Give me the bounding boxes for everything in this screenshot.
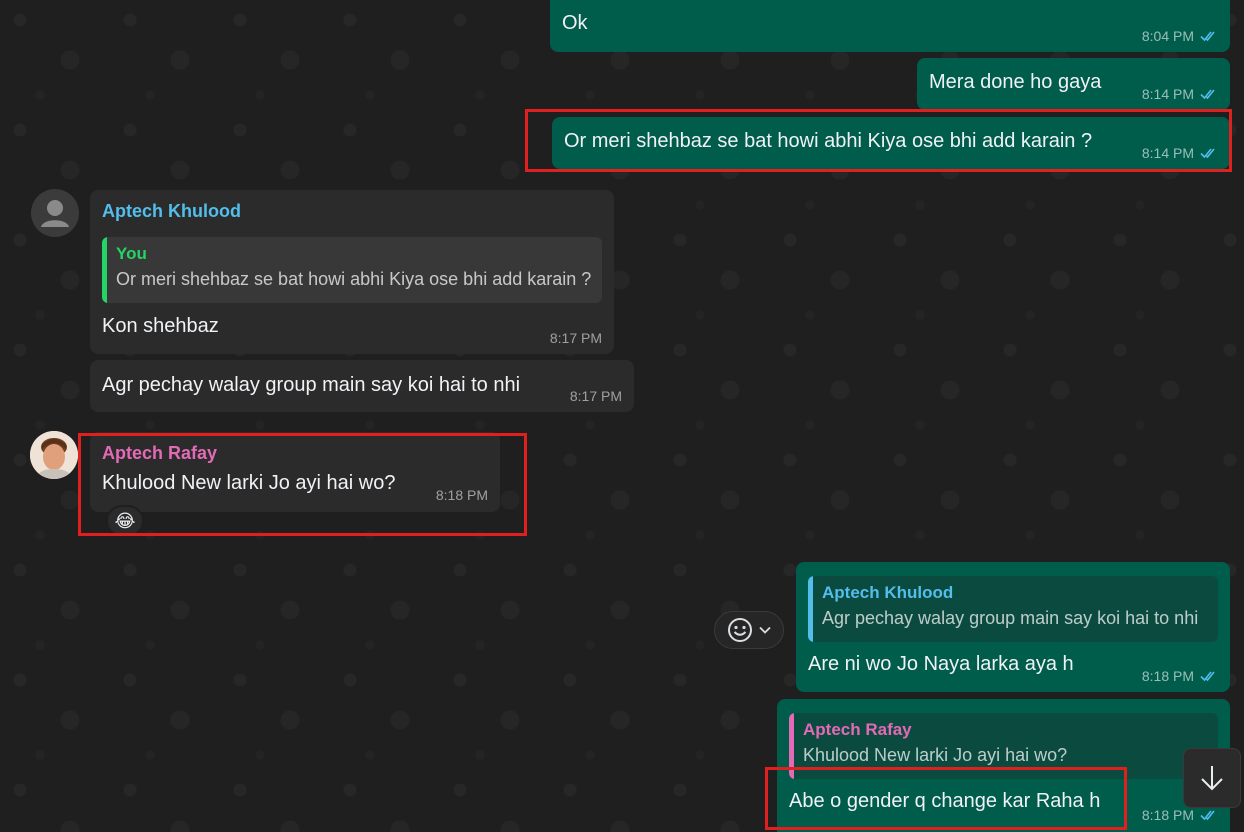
smiley-icon — [728, 618, 752, 642]
quote-sender: Aptech Khulood — [822, 583, 954, 602]
quote-bar — [102, 237, 107, 303]
sender-name: Aptech Khulood — [102, 201, 241, 221]
avatar[interactable] — [31, 189, 79, 237]
message-outgoing[interactable]: Aptech Khulood Agr pechay walay group ma… — [796, 562, 1230, 692]
quoted-message[interactable]: You Or meri shehbaz se bat howi abhi Kiy… — [102, 237, 602, 303]
quoted-message[interactable]: Aptech Rafay Khulood New larki Jo ayi ha… — [789, 713, 1218, 779]
message-time: 8:18 PM — [1141, 807, 1194, 823]
react-button[interactable] — [714, 611, 784, 649]
double-check-icon — [1200, 671, 1215, 682]
message-outgoing[interactable]: Ok 8:04 PM — [550, 0, 1230, 52]
reaction-badge[interactable]: 😂 — [106, 505, 144, 537]
quote-bar — [808, 576, 813, 642]
message-text: Agr pechay walay group main say koi hai … — [102, 374, 521, 396]
sender-name: Aptech Rafay — [102, 443, 218, 463]
message-text: Ok — [562, 12, 588, 34]
message-incoming[interactable]: Agr pechay walay group main say koi hai … — [90, 360, 634, 412]
message-text: Are ni wo Jo Naya larka aya h — [808, 653, 1074, 675]
message-text: Khulood New larki Jo ayi hai wo? — [102, 472, 396, 494]
arrow-down-icon — [1201, 766, 1223, 791]
message-outgoing[interactable]: Or meri shehbaz se bat howi abhi Kiya os… — [552, 117, 1230, 169]
message-meta: 8:04 PM — [1142, 28, 1218, 44]
message-outgoing[interactable]: Mera done ho gaya 8:14 PM — [917, 58, 1230, 110]
double-check-icon — [1200, 148, 1215, 159]
message-text: Abe o gender q change kar Raha h — [789, 790, 1101, 812]
message-time: 8:14 PM — [1141, 145, 1194, 161]
message-text: Mera done ho gaya — [929, 71, 1102, 93]
message-meta: 8:14 PM — [1142, 145, 1218, 161]
message-outgoing[interactable]: Aptech Rafay Khulood New larki Jo ayi ha… — [777, 699, 1230, 832]
chevron-down-icon — [759, 626, 771, 634]
message-text: Kon shehbaz — [102, 315, 219, 337]
message-time: 8:14 PM — [1141, 86, 1194, 102]
user-silhouette-icon — [41, 200, 69, 227]
message-meta: 8:18 PM — [1142, 668, 1218, 684]
message-meta: 8:14 PM — [1142, 86, 1218, 102]
message-text: Or meri shehbaz se bat howi abhi Kiya os… — [564, 130, 1093, 152]
message-time: 8:17 PM — [549, 330, 602, 346]
quote-sender: You — [116, 244, 147, 263]
profile-photo-icon — [30, 431, 78, 479]
double-check-icon — [1200, 810, 1215, 821]
avatar[interactable] — [30, 431, 78, 479]
quote-text: Khulood New larki Jo ayi hai wo? — [803, 745, 1068, 765]
quote-text: Or meri shehbaz se bat howi abhi Kiya os… — [116, 269, 592, 289]
message-meta: 8:17 PM — [550, 330, 602, 346]
double-check-icon — [1200, 31, 1215, 42]
tears-of-joy-emoji: 😂 — [114, 511, 136, 531]
message-meta: 8:17 PM — [570, 388, 622, 404]
quote-text: Agr pechay walay group main say koi hai … — [822, 608, 1199, 628]
quote-sender: Aptech Rafay — [803, 720, 912, 739]
message-meta: 8:18 PM — [1142, 807, 1218, 823]
message-meta: 8:18 PM — [436, 487, 488, 503]
quote-bar — [789, 713, 794, 779]
message-incoming[interactable]: Aptech Khulood You Or meri shehbaz se ba… — [90, 190, 614, 354]
message-time: 8:18 PM — [435, 487, 488, 503]
message-time: 8:18 PM — [1141, 668, 1194, 684]
quoted-message[interactable]: Aptech Khulood Agr pechay walay group ma… — [808, 576, 1218, 642]
message-time: 8:17 PM — [569, 388, 622, 404]
message-time: 8:04 PM — [1141, 28, 1194, 44]
scroll-to-bottom-button[interactable] — [1183, 748, 1241, 808]
double-check-icon — [1200, 89, 1215, 100]
message-incoming[interactable]: Aptech Rafay Khulood New larki Jo ayi ha… — [90, 432, 500, 512]
